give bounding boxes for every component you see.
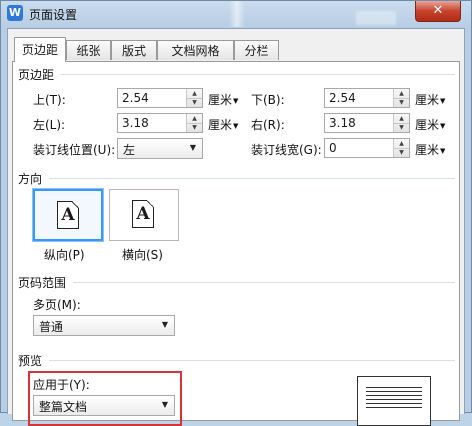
dropdown-arrow-icon: ▼ [440,121,446,130]
right-margin-value: 3.18 [329,116,356,130]
portrait-page-icon: A [57,201,79,229]
tab-columns[interactable]: 分栏 [234,40,279,60]
left-margin-value: 3.18 [122,116,149,130]
spin-down-icon[interactable]: ▼ [394,148,409,157]
close-button[interactable]: ✕ [415,1,461,22]
preview-group-title: 预览 [18,354,43,368]
gutter-width-unit[interactable]: 厘米▼ [415,141,445,158]
landscape-label: 横向(S) [122,248,163,262]
background-artifact [229,1,245,27]
apply-to-label: 应用于(Y): [33,378,90,392]
bottom-margin-stepper[interactable]: ▲ ▼ [393,89,409,107]
background-artifact-2 [356,11,396,25]
spin-down-icon[interactable]: ▼ [394,123,409,132]
preview-page-thumbnail [357,376,431,426]
left-margin-stepper[interactable]: ▲ ▼ [186,114,202,132]
preview-text-line [366,387,422,388]
preview-text-line [366,403,422,404]
multiple-pages-select[interactable]: 普通 ▼ [33,315,175,336]
page-setup-dialog: W 页面设置 ✕ 页边距 纸张 版式 文档网格 分栏 页边距 上(T): 2.5… [0,0,472,426]
title-bar[interactable]: W 页面设置 ✕ [1,1,471,27]
tab-paper[interactable]: 纸张 [66,40,111,60]
gutter-position-select[interactable]: 左 ▼ [117,138,203,159]
multiple-pages-value: 普通 [39,320,64,334]
gutter-position-label: 装订线位置(U): [33,143,116,157]
right-margin-unit[interactable]: 厘米▼ [415,116,445,133]
orientation-group-divider [49,178,455,179]
preview-group-divider [49,360,455,361]
gutter-width-stepper[interactable]: ▲ ▼ [393,139,409,157]
gutter-width-spinbox[interactable]: 0 ▲ ▼ [324,138,410,158]
preview-text-line [366,395,422,396]
gutter-position-value: 左 [123,143,136,157]
right-margin-spinbox[interactable]: 3.18 ▲ ▼ [324,113,410,133]
chevron-down-icon: ▼ [189,143,196,152]
top-margin-value: 2.54 [122,91,149,105]
left-margin-spinbox[interactable]: 3.18 ▲ ▼ [117,113,203,133]
bottom-margin-spinbox[interactable]: 2.54 ▲ ▼ [324,88,410,108]
tab-layout[interactable]: 版式 [111,40,157,60]
dropdown-arrow-icon: ▼ [233,96,239,105]
tab-margins[interactable]: 页边距 [14,37,66,62]
preview-text-line [366,407,422,408]
landscape-page-icon: A [132,200,154,228]
portrait-option[interactable]: A [32,188,104,242]
left-margin-label: 左(L): [33,118,66,132]
tab-document-grid[interactable]: 文档网格 [157,40,234,60]
gutter-width-value: 0 [329,141,337,155]
dialog-title: 页面设置 [29,8,78,22]
top-margin-spinbox[interactable]: 2.54 ▲ ▼ [117,88,203,108]
spin-down-icon[interactable]: ▼ [187,98,202,107]
chevron-down-icon: ▼ [161,320,168,329]
page-range-group-title: 页码范围 [18,276,67,290]
apply-to-value: 整篇文档 [39,400,88,414]
multiple-pages-label: 多页(M): [33,298,81,312]
spin-down-icon[interactable]: ▼ [187,123,202,132]
chevron-down-icon: ▼ [161,400,168,409]
right-margin-label: 右(R): [251,118,285,132]
bottom-margin-value: 2.54 [329,91,356,105]
top-margin-stepper[interactable]: ▲ ▼ [186,89,202,107]
dialog-body: 页边距 纸张 版式 文档网格 分栏 页边距 上(T): 2.54 ▲ ▼ 厘米▼… [7,28,465,426]
dropdown-arrow-icon: ▼ [233,121,239,130]
margins-group-divider [61,74,455,75]
bottom-margin-label: 下(B): [251,93,285,107]
page-range-group-divider [73,282,455,283]
landscape-option[interactable]: A [109,189,179,241]
portrait-label: 纵向(P) [44,248,85,262]
preview-text-line [366,391,422,392]
dropdown-arrow-icon: ▼ [440,96,446,105]
gutter-width-label: 装订线宽(G): [251,143,322,157]
bottom-margin-unit[interactable]: 厘米▼ [415,91,445,108]
margins-tab-page: 页边距 上(T): 2.54 ▲ ▼ 厘米▼ 下(B): 2.54 ▲ ▼ 厘米… [12,61,460,426]
left-margin-unit[interactable]: 厘米▼ [208,116,238,133]
spin-down-icon[interactable]: ▼ [394,98,409,107]
orientation-group-title: 方向 [18,172,43,186]
dropdown-arrow-icon: ▼ [440,146,446,155]
top-margin-unit[interactable]: 厘米▼ [208,91,238,108]
wps-writer-icon: W [7,5,23,21]
preview-text-line [366,399,422,400]
top-margin-label: 上(T): [33,93,66,107]
right-margin-stepper[interactable]: ▲ ▼ [393,114,409,132]
margins-group-title: 页边距 [18,68,55,82]
